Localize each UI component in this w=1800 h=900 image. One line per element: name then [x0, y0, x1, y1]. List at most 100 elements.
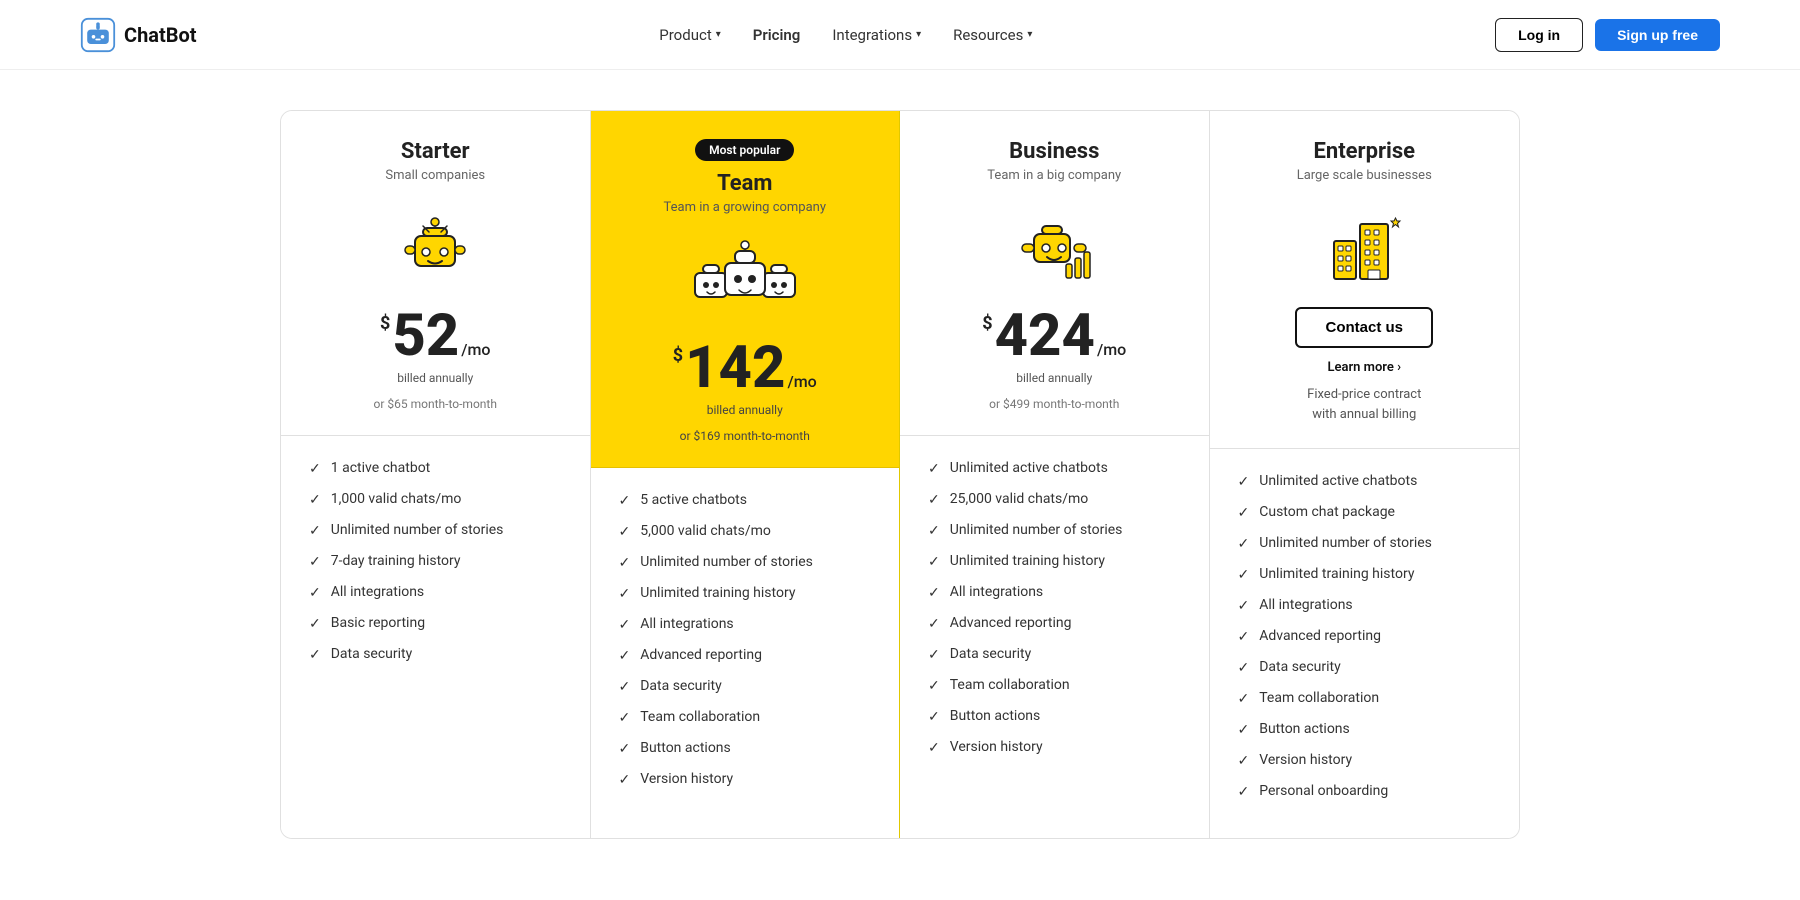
plan-features-enterprise: ✓ Unlimited active chatbots ✓ Custom cha… [1210, 449, 1520, 838]
price-number-business: 424 [995, 307, 1095, 365]
logo[interactable]: ChatBot [80, 17, 197, 53]
most-popular-badge: Most popular [619, 139, 872, 171]
plan-name-enterprise: Enterprise [1238, 139, 1492, 164]
feature-item: ✓ Unlimited training history [619, 585, 872, 602]
contact-us-button[interactable]: Contact us [1295, 307, 1433, 348]
feature-label: Unlimited training history [640, 585, 795, 601]
check-icon: ✓ [619, 710, 631, 726]
feature-label: Unlimited number of stories [331, 522, 504, 538]
feature-label: Data security [1259, 659, 1341, 675]
nav-actions: Log in Sign up free [1495, 18, 1720, 52]
contact-block-enterprise: Contact us Learn more › [1238, 307, 1492, 375]
feature-label: Basic reporting [331, 615, 425, 631]
feature-label: All integrations [331, 584, 424, 600]
feature-item: ✓ Unlimited active chatbots [1238, 473, 1492, 490]
plan-subtitle-starter: Small companies [309, 168, 562, 183]
feature-item: ✓ Data security [309, 646, 562, 663]
plan-illustration-starter [309, 201, 562, 291]
billing-monthly-business: or $499 month-to-month [928, 397, 1181, 411]
nav-product[interactable]: Product ▾ [659, 26, 720, 44]
plan-subtitle-team: Team in a growing company [619, 200, 872, 215]
feature-label: Data security [331, 646, 413, 662]
price-mo-business: /mo [1097, 340, 1126, 359]
check-icon: ✓ [1238, 474, 1250, 490]
feature-item: ✓ All integrations [928, 584, 1181, 601]
feature-item: ✓ 1 active chatbot [309, 460, 562, 477]
product-chevron-icon: ▾ [716, 29, 721, 40]
feature-item: ✓ Version history [619, 771, 872, 788]
check-icon: ✓ [309, 585, 321, 601]
logo-text: ChatBot [124, 23, 197, 47]
feature-label: Personal onboarding [1259, 783, 1388, 799]
feature-label: Version history [640, 771, 733, 787]
feature-item: ✓ Version history [928, 739, 1181, 756]
plan-illustration-enterprise [1238, 201, 1492, 291]
feature-label: 5 active chatbots [640, 492, 747, 508]
check-icon: ✓ [1238, 629, 1250, 645]
nav-resources[interactable]: Resources ▾ [953, 26, 1032, 44]
resources-chevron-icon: ▾ [1027, 29, 1032, 40]
feature-item: ✓ Team collaboration [619, 709, 872, 726]
feature-item: ✓ Button actions [928, 708, 1181, 725]
check-icon: ✓ [1238, 691, 1250, 707]
check-icon: ✓ [928, 616, 940, 632]
feature-item: ✓ Button actions [619, 740, 872, 757]
feature-label: Unlimited number of stories [950, 522, 1123, 538]
logo-icon [80, 17, 116, 53]
price-dollar-business: $ [982, 313, 992, 334]
check-icon: ✓ [309, 616, 321, 632]
feature-item: ✓ Unlimited training history [928, 553, 1181, 570]
price-number-starter: 52 [392, 307, 459, 365]
feature-label: All integrations [640, 616, 733, 632]
feature-item: ✓ Version history [1238, 752, 1492, 769]
check-icon: ✓ [928, 709, 940, 725]
check-icon: ✓ [619, 772, 631, 788]
feature-item: ✓ Unlimited number of stories [1238, 535, 1492, 552]
fixed-price-note: Fixed-price contractwith annual billing [1238, 385, 1492, 424]
navigation: ChatBot Product ▾ Pricing Integrations ▾… [0, 0, 1800, 70]
check-icon: ✓ [619, 617, 631, 633]
check-icon: ✓ [1238, 753, 1250, 769]
feature-label: 7-day training history [331, 553, 461, 569]
plan-header-starter: StarterSmall companies $ 52 /mo billed a… [281, 111, 590, 436]
billing-monthly-team: or $169 month-to-month [619, 429, 872, 443]
plan-illustration-team [619, 233, 872, 323]
feature-item: ✓ 1,000 valid chats/mo [309, 491, 562, 508]
feature-label: Unlimited number of stories [640, 554, 813, 570]
plan-card-starter: StarterSmall companies $ 52 /mo billed a… [281, 111, 591, 838]
billing-monthly-starter: or $65 month-to-month [309, 397, 562, 411]
check-icon: ✓ [1238, 784, 1250, 800]
check-icon: ✓ [619, 648, 631, 664]
login-button[interactable]: Log in [1495, 18, 1583, 52]
check-icon: ✓ [928, 678, 940, 694]
nav-pricing[interactable]: Pricing [753, 26, 801, 44]
check-icon: ✓ [1238, 660, 1250, 676]
feature-item: ✓ 5 active chatbots [619, 492, 872, 509]
feature-item: ✓ Unlimited number of stories [619, 554, 872, 571]
billing-annual-business: billed annually [928, 371, 1181, 385]
feature-item: ✓ Data security [619, 678, 872, 695]
plan-features-starter: ✓ 1 active chatbot ✓ 1,000 valid chats/m… [281, 436, 590, 838]
feature-label: Button actions [640, 740, 731, 756]
feature-label: Unlimited active chatbots [950, 460, 1108, 476]
feature-item: ✓ Data security [1238, 659, 1492, 676]
feature-item: ✓ Unlimited number of stories [309, 522, 562, 539]
signup-button[interactable]: Sign up free [1595, 19, 1720, 51]
feature-label: Version history [1259, 752, 1352, 768]
price-dollar-starter: $ [380, 313, 390, 334]
plan-header-enterprise: EnterpriseLarge scale businesses Contact… [1210, 111, 1520, 449]
feature-label: Data security [640, 678, 722, 694]
nav-integrations[interactable]: Integrations ▾ [832, 26, 921, 44]
feature-item: ✓ Personal onboarding [1238, 783, 1492, 800]
feature-label: Team collaboration [950, 677, 1070, 693]
check-icon: ✓ [619, 524, 631, 540]
plan-features-team: ✓ 5 active chatbots ✓ 5,000 valid chats/… [591, 468, 900, 838]
feature-label: 25,000 valid chats/mo [950, 491, 1089, 507]
feature-label: Button actions [950, 708, 1041, 724]
feature-label: 1 active chatbot [331, 460, 431, 476]
plan-header-business: BusinessTeam in a big company $ 424 /mo … [900, 111, 1209, 436]
feature-label: Unlimited number of stories [1259, 535, 1432, 551]
learn-more-link[interactable]: Learn more › [1327, 360, 1401, 375]
feature-item: ✓ Basic reporting [309, 615, 562, 632]
price-block-starter: $ 52 /mo [309, 307, 562, 365]
